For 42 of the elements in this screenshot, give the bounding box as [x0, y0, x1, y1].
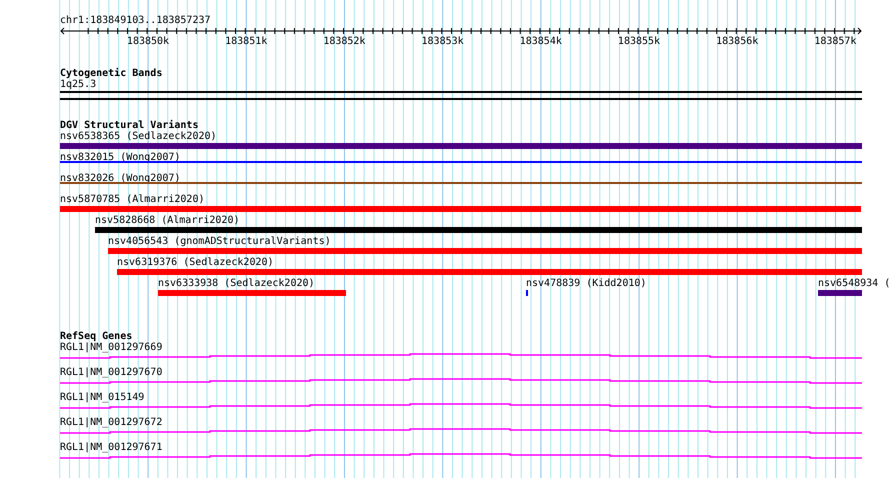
track-title: Cytogenetic Bands: [60, 68, 162, 79]
tick-label: 183852k: [323, 36, 366, 47]
track-title: RefSeq Genes: [60, 331, 132, 342]
variant-bar[interactable]: [158, 290, 346, 296]
variant-line[interactable]: [60, 161, 862, 163]
variant-label: nsv6548934 (: [818, 278, 890, 289]
variant-label: nsv5870785 (Almarri2020): [60, 194, 204, 205]
tick-label: 183853k: [422, 36, 464, 47]
variant-label: nsv6319376 (Sedlazeck2020): [117, 257, 274, 268]
transcript-label: RGL1|NM_001297671: [60, 442, 162, 453]
variant-bar[interactable]: [108, 248, 862, 254]
variant-label: nsv6333938 (Sedlazeck2020): [158, 278, 315, 289]
variant-label: nsv5828668 (Almarri2020): [95, 215, 240, 226]
transcript-line[interactable]: [60, 428, 862, 435]
transcript-line[interactable]: [60, 453, 862, 460]
transcript-line[interactable]: [60, 403, 862, 410]
transcript-line[interactable]: [60, 353, 862, 360]
band-label: 1q25.3: [60, 79, 96, 90]
variant-bar[interactable]: [60, 143, 862, 149]
variant-label: nsv832026 (Wong2007): [60, 173, 180, 184]
transcript-label: RGL1|NM_001297672: [60, 417, 162, 428]
variant-label: nsv4056543 (gnomADStructuralVariants): [108, 236, 331, 247]
transcript-label: RGL1|NM_015149: [60, 392, 144, 403]
variant-bar[interactable]: [95, 227, 862, 233]
tick-label: 183854k: [520, 36, 562, 47]
variant-label: nsv478839 (Kidd2010): [526, 278, 646, 289]
tick-label: 183850k: [126, 36, 170, 47]
variant-label: nsv832015 (Wong2007): [60, 152, 180, 163]
tick-label: 183851k: [225, 36, 268, 47]
transcript-line[interactable]: [60, 378, 862, 385]
variant-label: nsv6538365 (Sedlazeck2020): [60, 131, 217, 142]
location-label: chr1:183849103..183857237: [60, 15, 211, 26]
tick-label: 183856k: [716, 36, 758, 47]
track-title: DGV Structural Variants: [60, 120, 198, 131]
transcript-label: RGL1|NM_001297670: [60, 367, 162, 378]
tick-label: 183855k: [618, 36, 660, 47]
variant-bar[interactable]: [818, 290, 862, 296]
variant-line[interactable]: [60, 182, 862, 184]
transcript-label: RGL1|NM_001297669: [60, 342, 162, 353]
variant-bar[interactable]: [60, 206, 861, 212]
variant-bar[interactable]: [117, 269, 862, 275]
tick-label: 183857k: [814, 36, 856, 47]
